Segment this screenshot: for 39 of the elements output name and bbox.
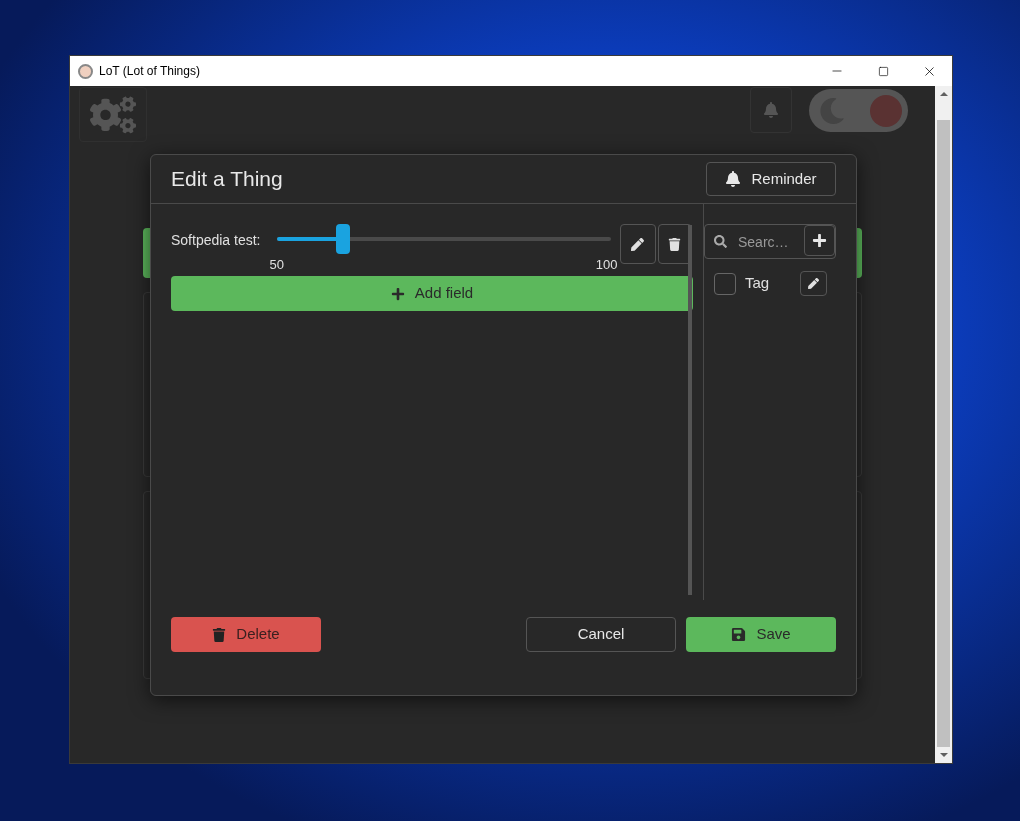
dialog-title: Edit a Thing — [171, 166, 283, 193]
scroll-up-icon — [939, 92, 948, 96]
trash-icon — [212, 627, 227, 642]
tag-checkbox[interactable] — [714, 272, 736, 295]
save-icon — [731, 627, 747, 642]
trash-icon — [668, 237, 681, 251]
window-scrollbar[interactable] — [935, 86, 952, 763]
tag-search-field[interactable]: Searc… — [704, 224, 836, 259]
bell-icon — [725, 171, 742, 187]
plus-icon — [390, 286, 405, 301]
add-tag-button[interactable] — [804, 225, 835, 256]
delete-button[interactable]: Delete — [171, 617, 321, 652]
edit-tag-button[interactable] — [800, 271, 827, 296]
slider[interactable] — [276, 224, 611, 254]
add-field-button[interactable]: Add field — [171, 276, 693, 311]
bell-icon — [763, 102, 779, 118]
settings-button[interactable] — [79, 87, 147, 142]
scrollbar[interactable] — [688, 225, 692, 595]
cancel-button[interactable]: Cancel — [526, 617, 676, 652]
notifications-button[interactable] — [750, 87, 792, 133]
maximize-icon — [877, 65, 889, 77]
window-title: LoT (Lot of Things) — [99, 63, 200, 80]
reminder-button[interactable]: Reminder — [706, 162, 836, 196]
save-button[interactable]: Save — [686, 617, 836, 652]
scroll-down-icon — [939, 753, 948, 757]
field-label: Softpedia test: — [171, 231, 261, 250]
tag-label: Tag — [745, 273, 770, 294]
pencil-icon — [808, 278, 819, 289]
app-logo-icon — [78, 63, 93, 79]
edit-field-button[interactable] — [619, 224, 656, 264]
search-icon — [714, 235, 727, 248]
scrollbar-thumb[interactable] — [937, 120, 950, 747]
toggle-thumb — [870, 94, 902, 127]
dark-mode-toggle[interactable] — [809, 89, 908, 132]
plus-icon — [812, 233, 827, 248]
slider-thumb[interactable] — [336, 224, 351, 254]
pencil-icon — [631, 237, 644, 251]
slider-max-label: 100 — [595, 256, 618, 274]
slider-min-label: 50 — [269, 256, 284, 274]
